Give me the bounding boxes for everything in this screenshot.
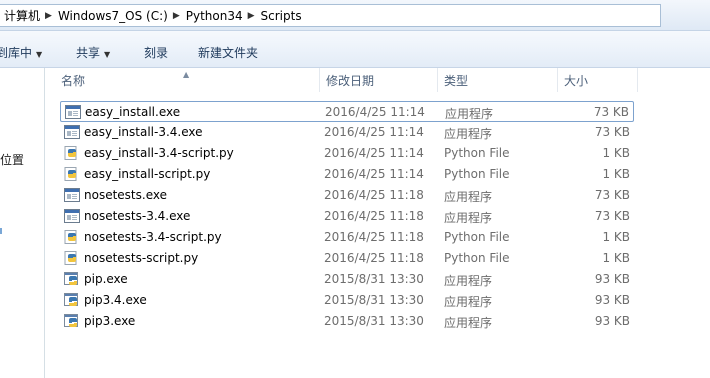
burn-button[interactable]: 刻录 <box>144 44 168 61</box>
file-row[interactable]: easy_install.exe 2016/4/25 11:14 应用程序 73 KB <box>60 101 634 122</box>
file-date: 2016/4/25 11:18 <box>324 251 424 265</box>
file-size: 73 KB <box>594 209 630 223</box>
file-name: easy_install-3.4.exe <box>84 125 203 139</box>
breadcrumb-python34[interactable]: Python34 <box>182 9 246 23</box>
pip-exe-icon <box>64 293 80 307</box>
chevron-down-icon: ▼ <box>104 50 111 59</box>
file-type: Python File <box>444 146 510 160</box>
nav-expand-marker <box>0 228 2 234</box>
breadcrumb[interactable]: 计算机 ▶ Windows7_OS (C:) ▶ Python34 ▶ Scri… <box>0 4 661 27</box>
file-name: pip3.exe <box>84 314 136 328</box>
file-row[interactable]: nosetests-3.4-script.py 2016/4/25 11:18 Py… <box>60 227 634 248</box>
file-size: 1 KB <box>602 167 630 181</box>
file-date: 2016/4/25 11:14 <box>324 125 424 139</box>
file-size: 73 KB <box>594 188 630 202</box>
address-bar: 计算机 ▶ Windows7_OS (C:) ▶ Python34 ▶ Scri… <box>0 0 710 31</box>
file-size: 93 KB <box>594 314 630 328</box>
chevron-down-icon: ▼ <box>36 50 43 59</box>
file-size: 93 KB <box>594 272 630 286</box>
python-icon <box>64 251 80 265</box>
column-header-size[interactable]: 大小 <box>558 68 638 92</box>
file-size: 1 KB <box>602 251 630 265</box>
breadcrumb-scripts[interactable]: Scripts <box>257 9 305 23</box>
file-row[interactable]: easy_install-script.py 2016/4/25 11:14 Pyt… <box>60 164 634 185</box>
file-size: 73 KB <box>593 105 629 119</box>
file-row[interactable]: pip.exe 2015/8/31 13:30 应用程序 93 KB <box>60 269 634 290</box>
file-date: 2016/4/25 11:14 <box>324 146 424 160</box>
file-name: pip3.4.exe <box>84 293 147 307</box>
file-row[interactable]: pip3.exe 2015/8/31 13:30 应用程序 93 KB <box>60 311 634 332</box>
file-type: 应用程序 <box>444 211 493 225</box>
file-date: 2016/4/25 11:14 <box>325 105 425 119</box>
file-type: 应用程序 <box>444 190 493 204</box>
file-date: 2016/4/25 11:14 <box>324 167 424 181</box>
file-type: 应用程序 <box>444 274 493 288</box>
breadcrumb-separator-icon[interactable]: ▶ <box>171 11 182 21</box>
file-type: Python File <box>444 251 510 265</box>
file-row[interactable]: easy_install-3.4-script.py 2016/4/25 11:1… <box>60 143 634 164</box>
share-button[interactable]: 共享 ▼ <box>76 44 110 61</box>
column-header-date[interactable]: 修改日期 <box>320 68 438 92</box>
command-bar: 到库中 ▼ 共享 ▼ 刻录 新建文件夹 <box>0 31 710 68</box>
exe-window-icon <box>65 105 81 119</box>
file-name: nosetests-3.4.exe <box>84 209 191 223</box>
file-name: nosetests-3.4-script.py <box>84 230 222 244</box>
file-type: Python File <box>444 230 510 244</box>
new-folder-button[interactable]: 新建文件夹 <box>198 44 258 61</box>
file-date: 2016/4/25 11:18 <box>324 209 424 223</box>
file-date: 2016/4/25 11:18 <box>324 230 424 244</box>
file-type: 应用程序 <box>444 316 493 330</box>
column-headers: 名称 修改日期 类型 大小 <box>45 68 710 92</box>
file-type: Python File <box>444 167 510 181</box>
file-date: 2016/4/25 11:18 <box>324 188 424 202</box>
file-row[interactable]: nosetests.exe 2016/4/25 11:18 应用程序 73 KB <box>60 185 634 206</box>
pip-exe-icon <box>64 272 80 286</box>
file-size: 73 KB <box>594 125 630 139</box>
file-name: easy_install-script.py <box>84 167 211 181</box>
exe-window-icon <box>64 125 80 139</box>
navigation-pane[interactable]: 位置 <box>0 68 45 378</box>
include-in-library-label: 到库中 <box>0 46 33 60</box>
file-date: 2015/8/31 13:30 <box>324 314 424 328</box>
file-row[interactable]: easy_install-3.4.exe 2016/4/25 11:14 应用程序 7… <box>60 122 634 143</box>
exe-window-icon <box>64 209 80 223</box>
file-size: 1 KB <box>602 146 630 160</box>
file-size: 1 KB <box>602 230 630 244</box>
file-name: easy_install.exe <box>85 105 181 119</box>
file-date: 2015/8/31 13:30 <box>324 272 424 286</box>
file-type: 应用程序 <box>445 107 494 121</box>
share-label: 共享 <box>76 46 101 60</box>
file-date: 2015/8/31 13:30 <box>324 293 424 307</box>
nav-item-recent-places[interactable]: 位置 <box>0 151 24 168</box>
file-type: 应用程序 <box>444 295 493 309</box>
python-icon <box>64 167 80 181</box>
include-in-library-button[interactable]: 到库中 ▼ <box>0 44 42 61</box>
sort-ascending-icon: ▲ <box>183 70 190 79</box>
breadcrumb-computer[interactable]: 计算机 <box>0 7 43 24</box>
python-icon <box>64 146 80 160</box>
file-row[interactable]: nosetests-3.4.exe 2016/4/25 11:18 应用程序 73 K… <box>60 206 634 227</box>
file-name: easy_install-3.4-script.py <box>84 146 234 160</box>
file-type: 应用程序 <box>444 127 493 141</box>
file-name: pip.exe <box>84 272 128 286</box>
file-size: 93 KB <box>594 293 630 307</box>
breadcrumb-separator-icon[interactable]: ▶ <box>43 11 54 21</box>
breadcrumb-separator-icon[interactable]: ▶ <box>246 11 257 21</box>
file-name: nosetests.exe <box>84 188 167 202</box>
breadcrumb-drive[interactable]: Windows7_OS (C:) <box>54 9 171 23</box>
pip-exe-icon <box>64 314 80 328</box>
column-header-type[interactable]: 类型 <box>438 68 558 92</box>
file-row[interactable]: nosetests-script.py 2016/4/25 11:18 Python… <box>60 248 634 269</box>
exe-window-icon <box>64 188 80 202</box>
file-name: nosetests-script.py <box>84 251 199 265</box>
python-icon <box>64 230 80 244</box>
file-row[interactable]: pip3.4.exe 2015/8/31 13:30 应用程序 93 KB <box>60 290 634 311</box>
